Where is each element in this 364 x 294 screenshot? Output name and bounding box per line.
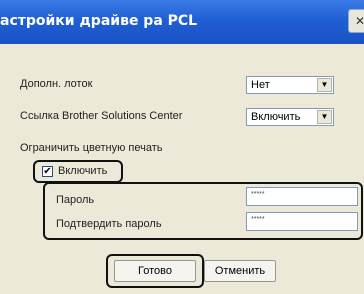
extra-tray-select[interactable]: Нет ▼ <box>246 76 334 94</box>
brother-link-select[interactable]: Включить ▼ <box>246 108 334 126</box>
restrict-color-label: Ограничить цветную печать <box>20 142 163 154</box>
confirm-password-input[interactable]: ***** <box>246 212 358 231</box>
ok-button[interactable]: Готово <box>114 260 196 282</box>
close-icon[interactable]: ✕ <box>348 9 364 33</box>
enable-label: Включить <box>58 165 108 177</box>
restrict-color-checkbox[interactable]: ✔ <box>42 166 53 177</box>
password-input[interactable]: ***** <box>246 187 358 206</box>
password-label: Пароль <box>56 194 95 206</box>
confirm-password-value: ***** <box>251 216 265 223</box>
chevron-down-icon[interactable]: ▼ <box>317 110 332 124</box>
window-title: астройки драйве ра PCL <box>0 13 198 29</box>
chevron-down-icon[interactable]: ▼ <box>317 78 332 92</box>
confirm-password-label: Подтвердить пароль <box>56 218 162 230</box>
brother-link-label: Ссылка Brother Solutions Center <box>20 110 183 122</box>
extra-tray-label: Дополн. лоток <box>20 78 93 90</box>
password-value: ***** <box>251 191 265 198</box>
brother-link-value: Включить <box>251 111 301 123</box>
title-bar: астройки драйве ра PCL ✕ <box>0 0 364 44</box>
cancel-button[interactable]: Отменить <box>204 260 276 282</box>
extra-tray-value: Нет <box>251 79 270 91</box>
